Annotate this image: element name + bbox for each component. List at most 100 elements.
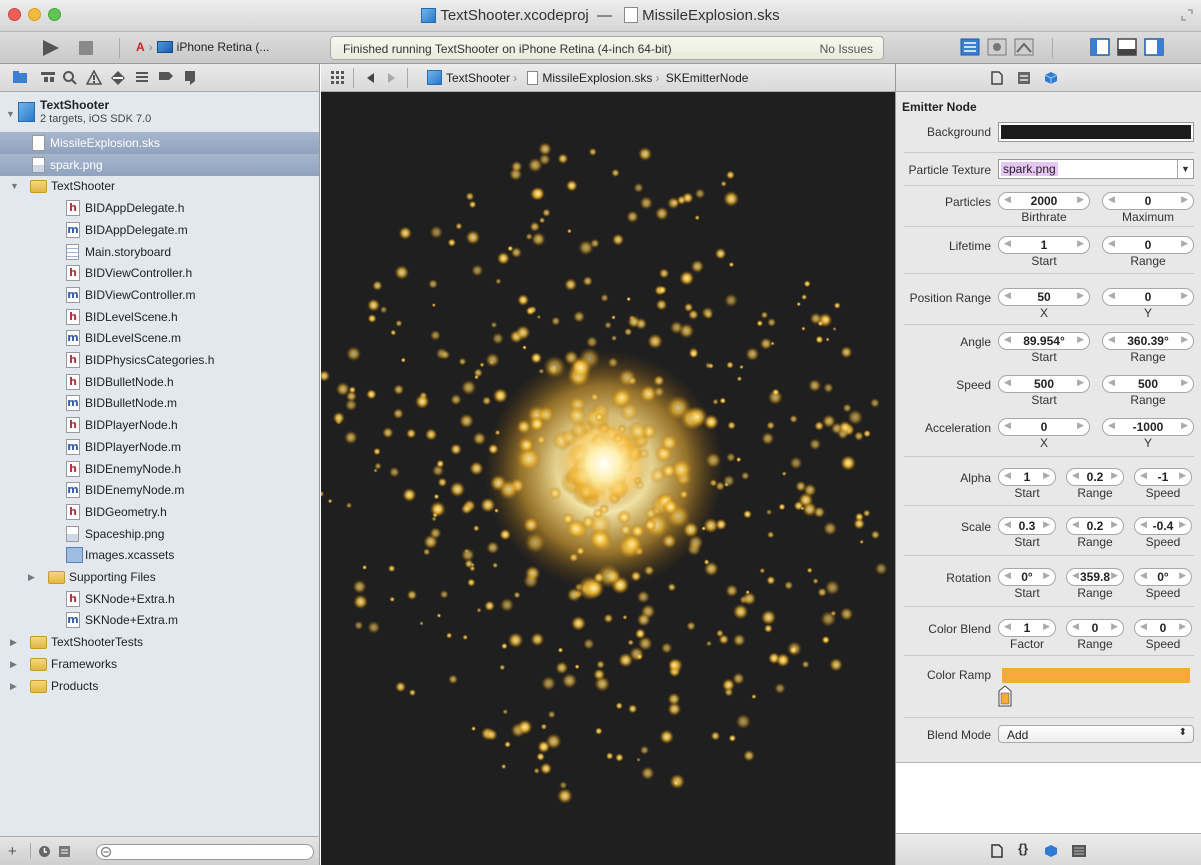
angle-value[interactable]: 360.39° [1103, 334, 1193, 348]
navigator-file-row[interactable]: ▶ Frameworks [0, 653, 319, 675]
navigator-file-row[interactable]: m BIDAppDelegate.m [0, 219, 319, 241]
increment-arrow-icon[interactable]: ▶ [1181, 334, 1188, 345]
toggle-navigator-button[interactable] [1090, 38, 1110, 56]
increment-arrow-icon[interactable]: ▶ [1077, 420, 1084, 431]
increment-arrow-icon[interactable]: ▶ [1077, 377, 1084, 388]
scheme-selector[interactable]: A › iPhone Retina (... [136, 40, 269, 54]
navigator-file-row[interactable]: m BIDLevelScene.m [0, 327, 319, 349]
navigator-file-row[interactable]: m BIDViewController.m [0, 284, 319, 306]
toggle-debug-area-button[interactable] [1117, 38, 1137, 56]
assistant-editor-button[interactable] [987, 38, 1007, 56]
navigator-file-row[interactable]: h BIDLevelScene.h [0, 306, 319, 328]
add-file-icon[interactable]: + [8, 843, 17, 860]
colorblend-stepper[interactable]: ◀ 0 ▶ [1134, 619, 1192, 637]
issues-label[interactable]: No Issues [820, 42, 873, 56]
particles-value[interactable]: 0 [1103, 194, 1193, 208]
colorblend-stepper[interactable]: ◀ 0 ▶ [1066, 619, 1124, 637]
disclosure-open-icon[interactable]: ▼ [6, 103, 15, 125]
stop-button[interactable] [78, 40, 94, 59]
navigator-file-row[interactable]: m BIDEnemyNode.m [0, 479, 319, 501]
navigator-file-row[interactable]: h BIDPhysicsCategories.h [0, 349, 319, 371]
increment-arrow-icon[interactable]: ▶ [1111, 470, 1118, 481]
particle-texture-field[interactable]: spark.png ▼ [998, 159, 1194, 179]
test-navigator-icon[interactable] [110, 70, 126, 86]
rotation-stepper[interactable]: ◀ 0° ▶ [998, 568, 1056, 586]
debug-navigator-icon[interactable] [134, 70, 150, 86]
breakpoint-navigator-icon[interactable] [158, 70, 174, 86]
speed-stepper[interactable]: ◀ 500 ▶ [998, 375, 1090, 393]
particles-stepper[interactable]: ◀ 2000 ▶ [998, 192, 1090, 210]
log-navigator-icon[interactable] [182, 70, 198, 86]
speed-value[interactable]: 500 [999, 377, 1089, 391]
quick-help-icon[interactable] [1017, 71, 1031, 88]
acceleration-stepper[interactable]: ◀ -1000 ▶ [1102, 418, 1194, 436]
navigator-file-row[interactable]: h SKNode+Extra.h [0, 588, 319, 610]
navigator-file-row[interactable]: h BIDBulletNode.h [0, 371, 319, 393]
back-arrow-icon[interactable] [365, 72, 375, 87]
disclosure-closed-icon[interactable]: ▶ [28, 566, 35, 588]
source-control-filter-icon[interactable] [58, 845, 71, 861]
angle-stepper[interactable]: ◀ 89.954° ▶ [998, 332, 1090, 350]
navigator-file-row[interactable]: Images.xcassets [0, 544, 319, 566]
navigator-file-row[interactable]: m BIDPlayerNode.m [0, 436, 319, 458]
alpha-stepper[interactable]: ◀ 0.2 ▶ [1066, 468, 1124, 486]
increment-arrow-icon[interactable]: ▶ [1043, 570, 1050, 581]
related-items-icon[interactable] [331, 71, 345, 87]
fullscreen-icon[interactable] [1181, 9, 1193, 21]
breadcrumb-file[interactable]: MissileExplosion.sks [542, 71, 652, 85]
blend-mode-select[interactable]: Add ⬍ [998, 725, 1194, 743]
navigator-file-row[interactable]: ▶ TextShooterTests [0, 631, 319, 653]
increment-arrow-icon[interactable]: ▶ [1043, 470, 1050, 481]
particle-editor-canvas[interactable] [321, 92, 895, 865]
navigator-file-row[interactable]: Main.storyboard [0, 241, 319, 263]
increment-arrow-icon[interactable]: ▶ [1181, 420, 1188, 431]
increment-arrow-icon[interactable]: ▶ [1179, 570, 1186, 581]
project-navigator-icon[interactable] [12, 70, 28, 86]
scale-stepper[interactable]: ◀ -0.4 ▶ [1134, 517, 1192, 535]
disclosure-closed-icon[interactable]: ▶ [10, 653, 17, 675]
increment-arrow-icon[interactable]: ▶ [1077, 290, 1084, 301]
navigator-file-row[interactable]: m BIDBulletNode.m [0, 392, 319, 414]
increment-arrow-icon[interactable]: ▶ [1179, 621, 1186, 632]
position-value[interactable]: 0 [1103, 290, 1193, 304]
acceleration-value[interactable]: 0 [999, 420, 1089, 434]
acceleration-value[interactable]: -1000 [1103, 420, 1193, 434]
navigator-file-row[interactable]: h BIDEnemyNode.h [0, 458, 319, 480]
run-button[interactable] [40, 39, 62, 60]
navigator-file-row[interactable]: ▼ TextShooter [0, 175, 319, 197]
toggle-utilities-button[interactable] [1144, 38, 1164, 56]
lifetime-value[interactable]: 1 [999, 238, 1089, 252]
lifetime-value[interactable]: 0 [1103, 238, 1193, 252]
scale-stepper[interactable]: ◀ 0.2 ▶ [1066, 517, 1124, 535]
increment-arrow-icon[interactable]: ▶ [1077, 334, 1084, 345]
position-value[interactable]: 50 [999, 290, 1089, 304]
background-color-well[interactable] [998, 122, 1194, 142]
navigator-file-row[interactable]: h BIDPlayerNode.h [0, 414, 319, 436]
angle-value[interactable]: 89.954° [999, 334, 1089, 348]
navigator-file-row[interactable]: ▶ Products [0, 675, 319, 697]
scale-stepper[interactable]: ◀ 0.3 ▶ [998, 517, 1056, 535]
increment-arrow-icon[interactable]: ▶ [1077, 238, 1084, 249]
navigator-file-row[interactable]: m SKNode+Extra.m [0, 609, 319, 631]
code-snippet-library-icon[interactable]: {} [1018, 841, 1028, 856]
position-stepper[interactable]: ◀ 50 ▶ [998, 288, 1090, 306]
filter-field[interactable] [96, 844, 314, 860]
version-editor-button[interactable] [1014, 38, 1034, 56]
lifetime-stepper[interactable]: ◀ 1 ▶ [998, 236, 1090, 254]
increment-arrow-icon[interactable]: ▶ [1181, 377, 1188, 388]
increment-arrow-icon[interactable]: ▶ [1179, 519, 1186, 530]
navigator-file-row[interactable]: spark.png [0, 153, 319, 176]
navigator-file-row[interactable]: MissileExplosion.sks [0, 132, 319, 154]
disclosure-closed-icon[interactable]: ▶ [10, 675, 17, 697]
increment-arrow-icon[interactable]: ▶ [1111, 621, 1118, 632]
search-navigator-icon[interactable] [62, 70, 78, 86]
colorblend-stepper[interactable]: ◀ 1 ▶ [998, 619, 1056, 637]
navigator-file-row[interactable]: h BIDAppDelegate.h [0, 197, 319, 219]
increment-arrow-icon[interactable]: ▶ [1181, 290, 1188, 301]
increment-arrow-icon[interactable]: ▶ [1111, 519, 1118, 530]
navigator-file-row[interactable]: h BIDViewController.h [0, 262, 319, 284]
forward-arrow-icon[interactable] [387, 72, 397, 87]
navigator-file-row[interactable]: ▶ Supporting Files [0, 566, 319, 588]
symbol-navigator-icon[interactable] [40, 70, 56, 86]
rotation-stepper[interactable]: ◀ 359.8 ▶ [1066, 568, 1124, 586]
